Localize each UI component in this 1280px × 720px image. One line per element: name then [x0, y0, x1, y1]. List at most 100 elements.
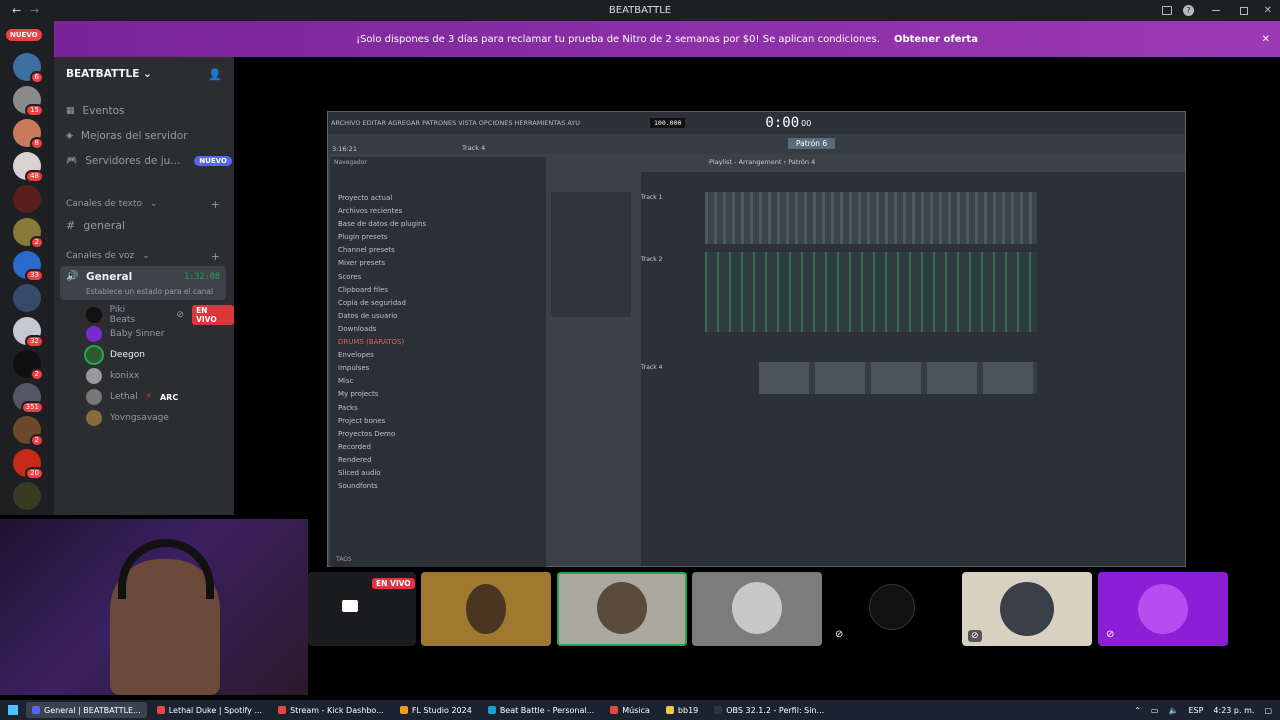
browser-item[interactable]: Recorded: [338, 441, 426, 454]
fl-menu[interactable]: ARCHIVO EDITAR AGREGAR PATRONES VISTA OP…: [331, 119, 580, 127]
browser-item[interactable]: Project bones: [338, 415, 426, 428]
title-bar: ← → BEATBATTLE ? ✕: [0, 0, 1280, 21]
participant-tile[interactable]: ⊘: [1098, 572, 1228, 646]
taskbar-item[interactable]: OBS 32.1.2 - Perfil: Sin...: [708, 702, 830, 718]
fl-studio-window[interactable]: ARCHIVO EDITAR AGREGAR PATRONES VISTA OP…: [327, 111, 1186, 567]
track-label: Track 4: [641, 364, 663, 371]
notification-icon[interactable]: ▢: [1264, 706, 1272, 715]
taskbar-label: Lethal Duke | Spotify ...: [168, 705, 263, 715]
server-icon[interactable]: [13, 284, 41, 312]
taskbar-item[interactable]: Música: [604, 702, 656, 718]
voice-user[interactable]: Yovngsavage: [86, 410, 169, 426]
voice-user[interactable]: Baby Sinner: [86, 326, 164, 342]
browser-item[interactable]: Misc: [338, 375, 426, 388]
participant-tile[interactable]: [692, 572, 822, 646]
menu-boosts[interactable]: ◈ Mejoras del servidor: [66, 130, 188, 142]
inbox-icon[interactable]: [1162, 6, 1172, 15]
taskbar-item[interactable]: Lethal Duke | Spotify ...: [151, 702, 268, 718]
server-icon[interactable]: 48: [13, 152, 44, 183]
forward-icon[interactable]: →: [30, 4, 39, 17]
fl-pattern-select[interactable]: Patrón 6: [788, 138, 836, 149]
text-category[interactable]: Canales de texto ⌄: [66, 199, 158, 209]
banner-close-icon[interactable]: ✕: [1262, 34, 1270, 45]
server-icon[interactable]: 15: [13, 86, 44, 117]
add-member-icon[interactable]: 👤: [208, 68, 222, 81]
guild-header[interactable]: BEATBATTLE ⌄: [66, 68, 152, 80]
voice-user[interactable]: Lethal ⚡ ARC: [86, 389, 178, 405]
channel-general[interactable]: # general: [66, 219, 125, 232]
voice-user[interactable]: konixx: [86, 368, 139, 384]
browser-item[interactable]: Soundfonts: [338, 480, 426, 493]
browser-item[interactable]: Scores: [338, 271, 426, 284]
browser-item[interactable]: Plugin presets: [338, 231, 426, 244]
browser-item[interactable]: Impulses: [338, 362, 426, 375]
browser-item[interactable]: Proyecto actual: [338, 192, 426, 205]
network-icon[interactable]: ▭: [1151, 706, 1159, 715]
channel-status[interactable]: Establece un estado para el canal: [86, 287, 213, 296]
language-indicator[interactable]: ESP: [1188, 706, 1203, 715]
menu-game-servers[interactable]: 🎮 Servidores de ju... NUEVO: [66, 155, 232, 167]
participant-tile[interactable]: ⊘: [827, 572, 957, 646]
menu-events[interactable]: ▦ Eventos: [66, 105, 125, 117]
tray-chevron-icon[interactable]: ⌃: [1134, 706, 1141, 715]
avatar: [86, 389, 102, 405]
server-icon[interactable]: 2: [13, 218, 44, 249]
browser-item[interactable]: Archivos recientes: [338, 205, 426, 218]
pattern-clip-row-3[interactable]: [759, 362, 1037, 394]
participant-tile[interactable]: [421, 572, 551, 646]
browser-item[interactable]: Clipboard files: [338, 284, 426, 297]
voice-user[interactable]: Deegon: [86, 347, 145, 363]
fl-tempo[interactable]: 100.000: [650, 118, 686, 128]
server-icon[interactable]: 6: [13, 53, 44, 84]
pattern-clip-row-2[interactable]: [705, 252, 1037, 332]
pattern-clip-row-1[interactable]: [705, 192, 1037, 244]
offer-button[interactable]: Obtener oferta: [894, 34, 978, 45]
browser-item[interactable]: Packs: [338, 402, 426, 415]
server-icon[interactable]: 32: [13, 317, 44, 348]
browser-item[interactable]: Downloads: [338, 323, 426, 336]
server-icon[interactable]: 351: [13, 383, 44, 414]
windows-start-icon[interactable]: [8, 705, 18, 715]
close-icon[interactable]: ✕: [1264, 5, 1272, 16]
browser-item[interactable]: Rendered: [338, 454, 426, 467]
fl-playlist[interactable]: Playlist - Arrangement › Patrón 4 Track …: [641, 158, 1185, 566]
voice-user[interactable]: Piki Beats ⊘ EN VIVO: [86, 305, 234, 325]
voice-channel-general[interactable]: 🔊 General 1:32:08 Establece un estado pa…: [60, 266, 226, 300]
browser-item[interactable]: Channel presets: [338, 244, 426, 257]
taskbar-item[interactable]: Stream - Kick Dashbo...: [272, 702, 390, 718]
server-icon[interactable]: [13, 482, 41, 510]
taskbar-item[interactable]: General | BEATBATTLE...: [26, 702, 147, 718]
participant-tile-speaking[interactable]: [557, 572, 687, 646]
server-icon[interactable]: 2: [13, 416, 44, 447]
taskbar-item[interactable]: FL Studio 2024: [394, 702, 478, 718]
clock[interactable]: 4:23 p. m.: [1213, 706, 1254, 715]
voice-category[interactable]: Canales de voz ⌄: [66, 251, 150, 261]
browser-item[interactable]: Base de datos de plugins: [338, 218, 426, 231]
browser-item[interactable]: Datos de usuario: [338, 310, 426, 323]
browser-item[interactable]: Envelopes: [338, 349, 426, 362]
stream-tile-screen[interactable]: EN VIVO: [308, 572, 416, 646]
server-icon[interactable]: 33: [13, 251, 44, 282]
volume-icon[interactable]: 🔈: [1168, 706, 1178, 715]
participant-tile[interactable]: ⊘: [962, 572, 1092, 646]
server-icon[interactable]: [13, 185, 41, 213]
browser-item[interactable]: Sliced audio: [338, 467, 426, 480]
browser-item[interactable]: Copia de seguridad: [338, 297, 426, 310]
server-icon[interactable]: 2: [13, 350, 44, 381]
fl-toolbar-2: 3:16:21 Track 4 Patrón 6: [328, 134, 1185, 154]
taskbar-item[interactable]: Beat Battle - Personal...: [482, 702, 600, 718]
help-icon[interactable]: ?: [1183, 5, 1194, 16]
speaker-icon: 🔊: [66, 271, 79, 282]
back-icon[interactable]: ←: [12, 4, 21, 17]
taskbar-item[interactable]: bb19: [660, 702, 704, 718]
minimize-icon[interactable]: [1212, 10, 1220, 11]
server-icon[interactable]: 20: [13, 449, 44, 480]
add-voice-icon[interactable]: +: [211, 250, 220, 263]
browser-item[interactable]: Mixer presets: [338, 257, 426, 270]
add-channel-icon[interactable]: +: [211, 198, 220, 211]
server-icon[interactable]: 8: [13, 119, 44, 150]
maximize-icon[interactable]: [1240, 6, 1248, 15]
browser-item[interactable]: DRUMS (BARATOS): [338, 336, 426, 349]
browser-item[interactable]: Proyectos Demo: [338, 428, 426, 441]
browser-item[interactable]: My projects: [338, 388, 426, 401]
